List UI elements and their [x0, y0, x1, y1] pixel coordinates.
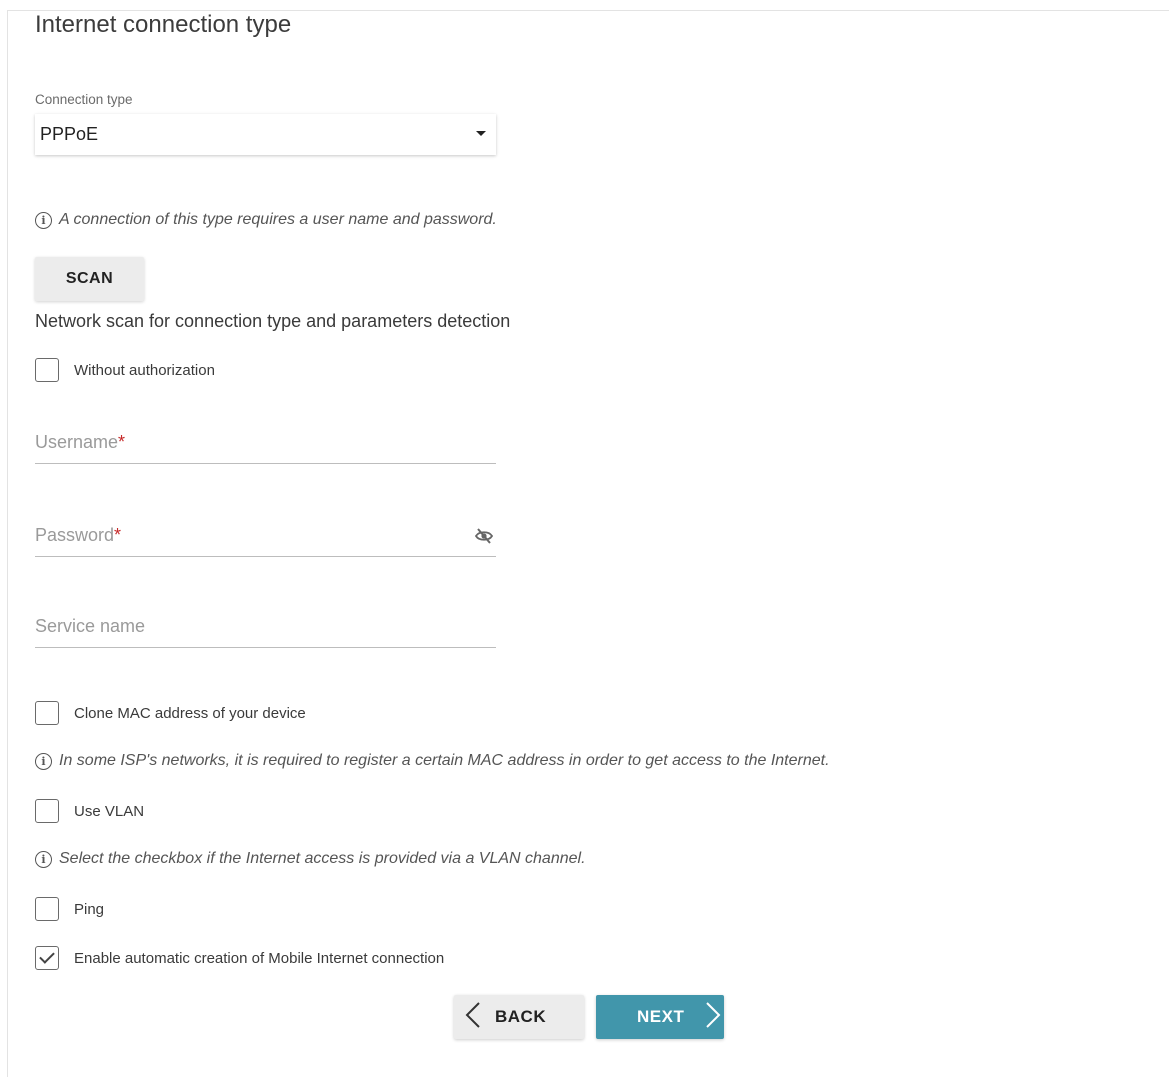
- mobile-auto-checkbox[interactable]: [35, 946, 59, 970]
- username-field[interactable]: Username*: [35, 424, 496, 464]
- dropdown-arrow-icon: [476, 131, 486, 136]
- use-vlan-checkbox[interactable]: [35, 799, 59, 823]
- connection-info-note: i A connection of this type requires a u…: [35, 211, 497, 229]
- password-field[interactable]: Password*: [35, 517, 496, 557]
- scan-button[interactable]: SCAN: [35, 257, 144, 301]
- connection-type-value: PPPoE: [40, 124, 99, 144]
- chevron-left-icon: [464, 1001, 482, 1034]
- clone-mac-checkbox[interactable]: [35, 701, 59, 725]
- next-button[interactable]: NEXT: [596, 995, 724, 1039]
- mac-info-text: In some ISP's networks, it is required t…: [59, 752, 830, 769]
- connection-info-text: A connection of this type requires a use…: [59, 211, 497, 228]
- clone-mac-checkbox-row[interactable]: Clone MAC address of your device: [35, 701, 306, 725]
- without-authorization-label: Without authorization: [74, 361, 215, 379]
- without-authorization-checkbox-row[interactable]: Without authorization: [35, 358, 215, 382]
- password-input[interactable]: [35, 517, 496, 555]
- without-authorization-checkbox[interactable]: [35, 358, 59, 382]
- vlan-info-note: i Select the checkbox if the Internet ac…: [35, 850, 586, 868]
- ping-label: Ping: [74, 900, 105, 918]
- service-name-input[interactable]: [35, 608, 496, 646]
- clone-mac-label: Clone MAC address of your device: [74, 704, 306, 722]
- chevron-right-icon: [704, 1001, 722, 1034]
- info-icon: i: [35, 752, 52, 770]
- connection-type-select[interactable]: PPPoE: [35, 114, 496, 155]
- ping-checkbox[interactable]: [35, 897, 59, 921]
- info-icon: i: [35, 850, 52, 868]
- use-vlan-label: Use VLAN: [74, 802, 145, 820]
- scan-description: Network scan for connection type and par…: [35, 311, 511, 331]
- ping-checkbox-row[interactable]: Ping: [35, 897, 104, 921]
- service-name-field[interactable]: Service name: [35, 608, 496, 648]
- mobile-auto-checkbox-row[interactable]: Enable automatic creation of Mobile Inte…: [35, 946, 444, 970]
- username-input[interactable]: [35, 424, 496, 462]
- info-icon: i: [35, 211, 52, 229]
- next-button-label: NEXT: [637, 1007, 685, 1026]
- connection-type-caption: Connection type: [35, 92, 133, 107]
- back-button-label: BACK: [495, 1007, 547, 1026]
- content-frame-left-border: [7, 10, 8, 1077]
- back-button[interactable]: BACK: [454, 995, 584, 1039]
- eye-off-icon[interactable]: [474, 527, 494, 545]
- mac-info-note: i In some ISP's networks, it is required…: [35, 752, 830, 770]
- page-title: Internet connection type: [35, 11, 292, 38]
- use-vlan-checkbox-row[interactable]: Use VLAN: [35, 799, 144, 823]
- vlan-info-text: Select the checkbox if the Internet acce…: [59, 850, 586, 867]
- mobile-auto-label: Enable automatic creation of Mobile Inte…: [74, 949, 445, 967]
